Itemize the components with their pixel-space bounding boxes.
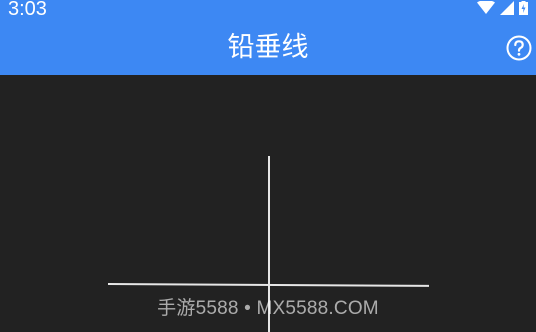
- wifi-icon: [477, 0, 495, 19]
- screen: 3:03 铅垂线 手游5588 • MX5588.COM: [0, 0, 536, 332]
- status-bar-time: 3:03: [8, 0, 47, 20]
- watermark-text: 手游5588 • MX5588.COM: [157, 298, 379, 319]
- cellular-signal-icon: [500, 0, 514, 19]
- help-icon[interactable]: [506, 35, 532, 61]
- plumb-line-canvas[interactable]: [0, 75, 536, 332]
- app-bar: 3:03 铅垂线: [0, 0, 536, 75]
- battery-charging-icon: [519, 0, 528, 19]
- status-bar-icons: [477, 0, 528, 15]
- page-title: 铅垂线: [227, 32, 309, 63]
